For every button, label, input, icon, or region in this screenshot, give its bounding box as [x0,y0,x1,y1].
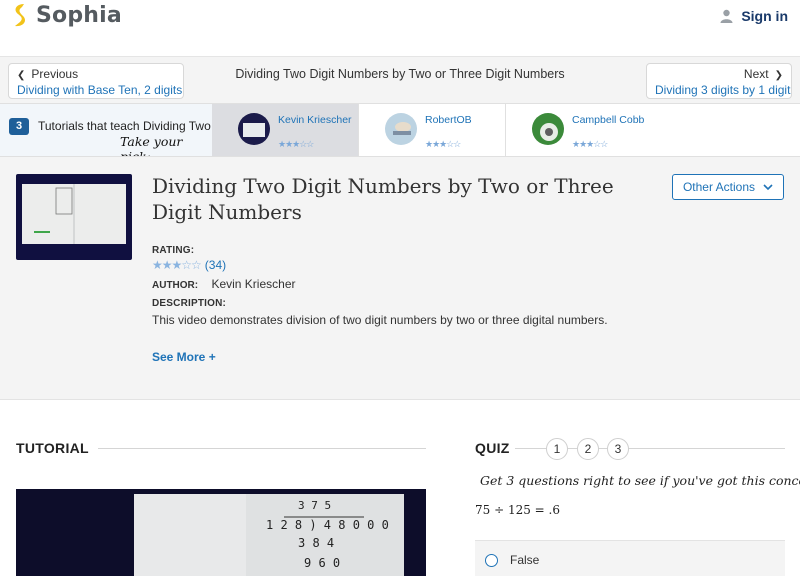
previous-tutorial-button[interactable]: ❮ Previous Dividing with Base Ten, 2 digi… [8,63,184,99]
chevron-left-icon: ❮ [17,70,26,81]
sign-in-label: Sign in [741,8,788,24]
tutorial-card-kevin[interactable]: Kevin Kriescher ★★★☆☆ [212,104,359,156]
avatar-thumbnail-icon [393,122,411,135]
rating-stars: ★★★☆☆ [152,258,202,272]
tutorial-info: Dividing Two Digit Numbers by Two or Thr… [0,157,800,400]
author-row: AUTHOR: Kevin Kriescher [152,277,296,291]
tutorial-heading: TUTORIAL [16,440,89,456]
tutorial-author-name[interactable]: RobertOB [425,114,472,126]
description-text: This video demonstrates division of two … [152,313,608,327]
tutorial-count-badge: 3 [9,118,29,135]
see-more-link[interactable]: See More + [152,350,216,364]
video-frame-icon: 1 2 8 ) 4 8 0 0 0 3 7 5 3 8 4 9 6 0 [134,494,404,576]
page-title: Dividing Two Digit Numbers by Two or Thr… [152,174,614,224]
rating-row: ★★★☆☆ (34) [152,258,226,272]
quiz-step-3[interactable]: 3 [607,438,629,460]
svg-text:1 2 8 ) 4 8 0 0 0: 1 2 8 ) 4 8 0 0 0 [266,518,389,532]
author-label: AUTHOR: [152,280,199,291]
quiz-step-1[interactable]: 1 [546,438,568,460]
take-your-pick-label: Take your pick: [120,134,183,156]
avatar [238,113,270,145]
whiteboard-thumbnail-icon [22,184,126,244]
sign-in-button[interactable]: Sign in [720,8,788,24]
tutorial-author-name[interactable]: Campbell Cobb [572,114,644,126]
next-direction: Next ❯ [743,67,783,81]
tutorials-strip-header: 3 Tutorials that teach Dividing Two Take… [0,104,212,156]
avatar-thumbnail-icon [540,123,558,141]
rating-count[interactable]: (34) [205,258,226,272]
tutorial-nav-bar: ❮ Previous Dividing with Base Ten, 2 digi… [0,57,800,104]
other-actions-button[interactable]: Other Actions [672,174,784,200]
tutorials-strip: 3 Tutorials that teach Dividing Two Take… [0,104,800,157]
tutorial-card-robertob[interactable]: RobertOB ★★★☆☆ [359,104,506,156]
chevron-right-icon: ❯ [774,70,783,81]
next-tutorial-button[interactable]: Next ❯ Dividing 3 digits by 1 digit [646,63,792,99]
svg-text:9 6 0: 9 6 0 [304,556,340,570]
tutorial-rating-stars: ★★★☆☆ [572,139,608,149]
site-header: Sophia Sign in [0,0,800,57]
tutorial-card-campbell[interactable]: Campbell Cobb ★★★☆☆ [506,104,653,156]
next-tutorial-link[interactable]: Dividing 3 digits by 1 digit [655,83,790,98]
quiz-option-label: False [510,553,540,567]
description-label: DESCRIPTION: [152,298,227,309]
author-name: Kevin Kriescher [211,277,296,291]
svg-text:3 8 4: 3 8 4 [298,536,334,550]
current-tutorial-title: Dividing Two Digit Numbers by Two or Thr… [235,67,565,81]
previous-tutorial-link[interactable]: Dividing with Base Ten, 2 digits [17,83,182,98]
tutorial-rating-stars: ★★★☆☆ [425,139,461,149]
tutorial-thumbnail[interactable] [16,174,132,260]
sophia-logo[interactable]: Sophia [10,2,122,28]
quiz-heading: QUIZ [475,440,510,456]
avatar [532,113,564,145]
tutorial-rating-stars: ★★★☆☆ [278,139,314,149]
brand-name: Sophia [36,2,122,28]
avatar-thumbnail-icon [243,123,265,137]
avatar [385,113,417,145]
user-icon [720,9,733,23]
radio-button[interactable] [485,554,498,567]
quiz-message: Get 3 questions right to see if you've g… [480,473,800,488]
tutorial-author-name[interactable]: Kevin Kriescher [278,114,352,126]
rating-label: RATING: [152,245,195,256]
svg-text:3 7 5: 3 7 5 [298,499,331,512]
sophia-logo-icon [15,4,26,27]
quiz-question: 75 ÷ 125 = .6 [475,503,560,517]
chevron-down-icon [763,183,773,190]
tutorial-divider [98,448,426,449]
other-actions-label: Other Actions [682,180,756,194]
quiz-option-false[interactable]: False [475,540,785,576]
tutorials-label: Tutorials that teach Dividing Two [38,119,211,133]
tutorial-video[interactable]: 1 2 8 ) 4 8 0 0 0 3 7 5 3 8 4 9 6 0 [16,489,426,576]
previous-direction: ❮ Previous [17,67,79,81]
quiz-step-2[interactable]: 2 [577,438,599,460]
